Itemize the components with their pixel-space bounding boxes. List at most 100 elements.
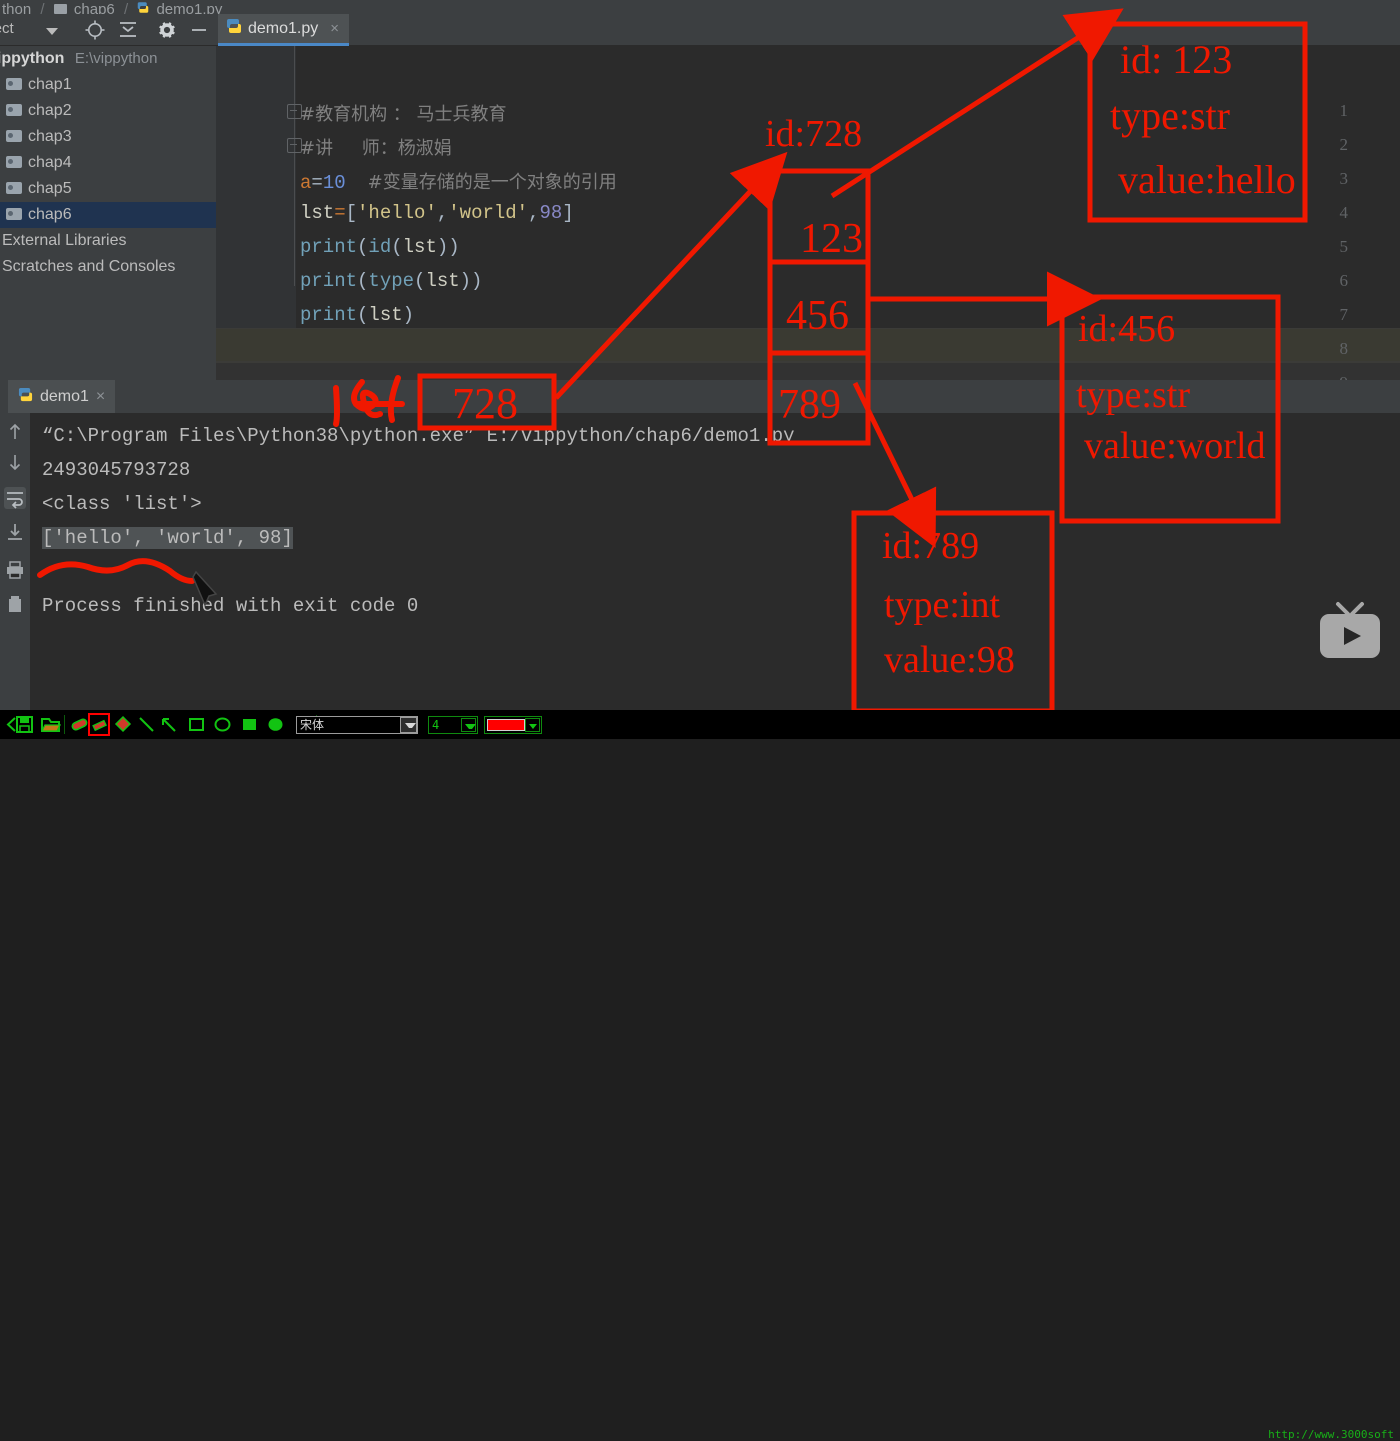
hide-window-icon[interactable] <box>188 19 210 41</box>
project-root-path: E:\vippython <box>74 50 158 67</box>
line-number: 7 <box>1339 305 1349 324</box>
python-file-icon <box>226 18 242 39</box>
chevron-down-icon[interactable] <box>525 718 540 732</box>
toolbar-divider <box>64 715 65 734</box>
code-line-3-comment: #变量存储的是一个对象的引用 <box>367 172 617 193</box>
sidebar-item-label: chap5 <box>28 180 72 197</box>
line-number: 3 <box>1339 169 1349 188</box>
console-line: “C:\Program Files\Python38\python.exe” E… <box>42 425 795 447</box>
sidebar-item-label: chap3 <box>28 128 72 145</box>
sidebar-item-chap6[interactable]: chap6 <box>0 202 216 228</box>
sidebar-item-scratches-and-consoles[interactable]: Scratches and Consoles <box>0 254 216 280</box>
folder-icon <box>6 78 22 90</box>
font-family-value: 宋体 <box>300 718 325 732</box>
folder-icon <box>6 182 22 194</box>
tab-label: demo1.py <box>248 19 319 37</box>
folder-icon <box>6 156 22 168</box>
sidebar-item-label: chap4 <box>28 154 72 171</box>
sidebar-item-label: chap1 <box>28 76 72 93</box>
locate-icon[interactable] <box>84 19 106 41</box>
chevron-down-icon[interactable] <box>400 717 417 733</box>
run-tab-bar: demo1 × <box>0 380 1400 413</box>
settings-gear-icon[interactable] <box>156 19 178 41</box>
chevron-down-icon[interactable] <box>461 718 476 732</box>
font-size-select[interactable]: 4 <box>428 716 478 734</box>
print-icon[interactable] <box>4 559 26 581</box>
console-line: <class 'list'> <box>42 493 202 515</box>
code-line-2: #讲 师：杨淑娟 <box>300 138 452 159</box>
code-token-a: a <box>300 172 312 194</box>
line-number: 6 <box>1339 271 1349 290</box>
sidebar-item-chap1[interactable]: chap1 <box>0 72 216 98</box>
folder-icon <box>6 104 22 116</box>
current-line-highlight-9 <box>216 362 1400 380</box>
line-icon[interactable] <box>136 714 157 735</box>
code-line-7: print(lst) <box>300 304 415 326</box>
console-line-selected: ['hello', 'world', 98] <box>42 527 293 549</box>
sidebar-item-chap2[interactable]: chap2 <box>0 98 216 124</box>
project-tool-window-header: oject <box>0 14 216 46</box>
trash-icon[interactable] <box>4 593 26 615</box>
project-root-name: vippython <box>0 50 65 67</box>
ellipse-outline-icon[interactable] <box>212 714 233 735</box>
sidebar-item-label: chap6 <box>28 206 72 223</box>
python-run-icon <box>18 387 33 407</box>
annotation-toolbar: A http://www.3000soft <box>0 710 1400 1441</box>
folder-icon <box>6 130 22 142</box>
project-tree[interactable]: vippython E:\vippython chap1 chap2 chap3… <box>0 46 216 380</box>
color-swatch <box>487 719 525 731</box>
editor-tab-strip: demo1.py × <box>216 14 1400 46</box>
console-line: 2493045793728 <box>42 459 191 481</box>
scroll-up-icon[interactable] <box>4 421 26 443</box>
line-number: 2 <box>1339 135 1349 154</box>
arrow-icon[interactable] <box>158 714 179 735</box>
collapse-all-icon[interactable] <box>117 19 139 41</box>
open-folder-icon[interactable] <box>40 714 62 735</box>
console-output[interactable]: “C:\Program Files\Python38\python.exe” E… <box>30 413 1400 710</box>
console-line: Process finished with exit code 0 <box>42 595 419 617</box>
scroll-down-icon[interactable] <box>4 451 26 473</box>
run-side-toolbar <box>0 413 30 710</box>
folder-icon <box>53 4 67 14</box>
breadcrumb: thon / chap6 / demo1.py <box>0 0 1400 14</box>
eraser-icon[interactable] <box>69 714 90 735</box>
line-number: 5 <box>1339 237 1349 256</box>
python-file-icon <box>137 1 149 14</box>
tv-play-icon <box>1314 600 1386 664</box>
rect-outline-icon[interactable] <box>186 714 207 735</box>
current-line-highlight <box>216 328 1400 362</box>
line-number: 9 <box>1340 373 1349 380</box>
sidebar-item-external-libraries[interactable]: External Libraries <box>0 228 216 254</box>
tab-run-demo1[interactable]: demo1 × <box>8 380 116 413</box>
ellipse-filled-icon[interactable] <box>265 714 286 735</box>
breadcrumb-item-chap6[interactable]: chap6 <box>74 2 115 14</box>
run-tool-window: demo1 × “C:\Program Files\Python38\pytho… <box>0 380 1400 710</box>
sidebar-item-label: Scratches and Consoles <box>2 258 176 275</box>
run-tab-label: demo1 <box>40 387 89 405</box>
code-line-6: print(type(lst)) <box>300 270 483 292</box>
close-icon[interactable]: × <box>330 20 339 37</box>
sidebar-item-chap3[interactable]: chap3 <box>0 124 216 150</box>
breadcrumb-separator: / <box>40 1 45 14</box>
code-editor[interactable]: 1 2 3 4 5 6 7 8 9 #教育机构 ： 马士兵教育 #讲 师：杨淑娟… <box>216 46 1400 380</box>
breadcrumb-item-project[interactable]: thon <box>2 2 31 14</box>
code-line-5: print(id(lst)) <box>300 236 460 258</box>
scroll-to-end-icon[interactable] <box>4 521 26 543</box>
tree-root-vippython[interactable]: vippython E:\vippython <box>0 46 216 72</box>
save-icon[interactable] <box>14 714 35 735</box>
watermark-url: http://www.3000soft <box>1268 1428 1394 1441</box>
sidebar-item-chap4[interactable]: chap4 <box>0 150 216 176</box>
tab-demo1-py[interactable]: demo1.py × <box>218 14 350 46</box>
chevron-down-icon[interactable] <box>46 28 58 35</box>
line-number: 4 <box>1339 203 1349 222</box>
rect-filled-icon[interactable] <box>239 714 260 735</box>
color-picker[interactable] <box>484 716 542 734</box>
breadcrumb-item-file[interactable]: demo1.py <box>156 2 222 14</box>
close-icon[interactable]: × <box>96 388 105 406</box>
sidebar-item-chap5[interactable]: chap5 <box>0 176 216 202</box>
fill-icon[interactable] <box>113 714 134 735</box>
font-family-select[interactable]: 宋体 <box>296 716 418 734</box>
soft-wrap-icon[interactable] <box>4 487 26 509</box>
fold-guide-line <box>294 46 295 286</box>
pencil-icon[interactable] <box>88 713 110 736</box>
